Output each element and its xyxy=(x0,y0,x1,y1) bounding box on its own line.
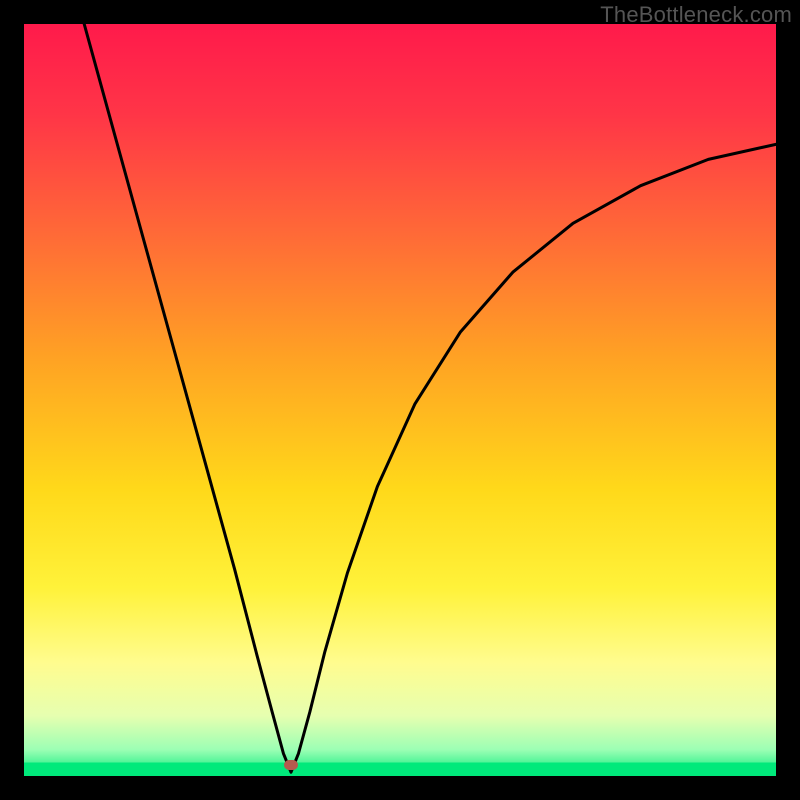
watermark-text: TheBottleneck.com xyxy=(600,2,792,28)
gradient-background xyxy=(24,24,776,776)
min-point-marker xyxy=(284,760,298,770)
curve-chart xyxy=(24,24,776,776)
green-strip xyxy=(24,763,776,777)
chart-area xyxy=(24,24,776,776)
